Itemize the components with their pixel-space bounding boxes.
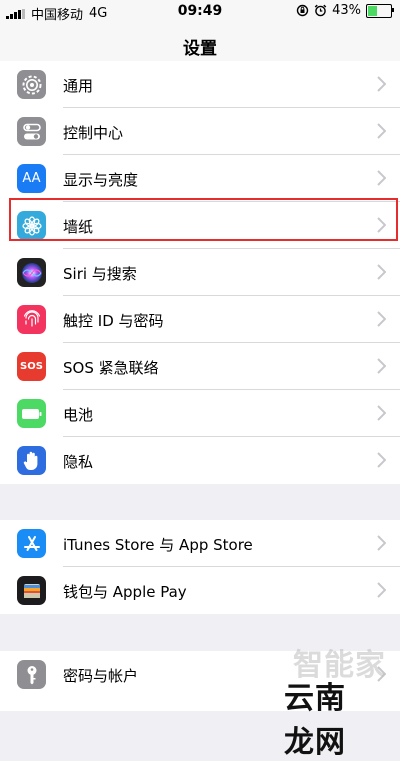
settings-group-1: 通用 控制中心 AA 显示与亮度 墙纸 Siri 与搜索 触控 ID 与密码 S… <box>0 61 400 484</box>
chevron-right-icon <box>377 535 386 551</box>
settings-row-label: 隐私 <box>63 453 94 471</box>
chevron-right-icon <box>377 123 386 139</box>
key-icon <box>17 660 46 689</box>
chevron-right-icon <box>377 170 386 186</box>
sos-icon-text: SOS <box>20 361 43 372</box>
app-store-icon <box>17 529 46 558</box>
battery-icon <box>366 3 394 18</box>
settings-row-emergency-sos[interactable]: SOS SOS 紧急联络 <box>0 343 400 390</box>
battery-icon <box>17 399 46 428</box>
settings-row-display-brightness[interactable]: AA 显示与亮度 <box>0 155 400 202</box>
page-title: 设置 <box>183 39 217 59</box>
settings-row-label: Siri 与搜索 <box>63 265 137 283</box>
settings-row-label: 钱包与 Apple Pay <box>63 583 187 601</box>
status-right: 43% <box>296 3 394 18</box>
settings-row-itunes-app-store[interactable]: iTunes Store 与 App Store <box>0 520 400 567</box>
settings-group-2: iTunes Store 与 App Store 钱包与 Apple Pay <box>0 520 400 614</box>
watermark: 智能家 云南龙网 <box>284 640 394 760</box>
chevron-right-icon <box>377 452 386 468</box>
chevron-right-icon <box>377 264 386 280</box>
fingerprint-icon <box>17 305 46 334</box>
settings-row-label: 电池 <box>63 406 94 424</box>
gear-icon <box>17 70 46 99</box>
settings-row-label: 控制中心 <box>63 124 124 142</box>
siri-icon <box>17 258 46 287</box>
wallet-icon <box>17 576 46 605</box>
settings-row-label: iTunes Store 与 App Store <box>63 536 253 554</box>
chevron-right-icon <box>377 311 386 327</box>
settings-row-label: 触控 ID 与密码 <box>63 312 164 330</box>
settings-row-label: SOS 紧急联络 <box>63 359 159 377</box>
chevron-right-icon <box>377 76 386 92</box>
battery-percent: 43% <box>332 3 361 18</box>
settings-row-label: 显示与亮度 <box>63 171 139 189</box>
settings-row-wallet-apple-pay[interactable]: 钱包与 Apple Pay <box>0 567 400 614</box>
orientation-lock-icon <box>296 4 309 17</box>
settings-row-label: 通用 <box>63 77 94 95</box>
settings-row-privacy[interactable]: 隐私 <box>0 437 400 484</box>
chevron-right-icon <box>377 405 386 421</box>
settings-row-label: 密码与帐户 <box>63 667 139 685</box>
settings-row-battery[interactable]: 电池 <box>0 390 400 437</box>
status-bar: 中国移动 4G 09:49 43% <box>0 0 400 24</box>
settings-row-control-center[interactable]: 控制中心 <box>0 108 400 155</box>
aa-icon-text: AA <box>22 171 41 186</box>
settings-row-general[interactable]: 通用 <box>0 61 400 108</box>
alarm-icon <box>314 4 327 17</box>
chevron-right-icon <box>377 358 386 374</box>
chevron-right-icon <box>377 582 386 598</box>
sos-icon: SOS <box>17 352 46 381</box>
settings-row-siri-search[interactable]: Siri 与搜索 <box>0 249 400 296</box>
watermark-bottom-text: 云南龙网 <box>284 681 346 760</box>
toggle-icon <box>17 117 46 146</box>
aa-icon: AA <box>17 164 46 193</box>
highlight-box <box>9 198 398 241</box>
hand-icon <box>17 446 46 475</box>
battery-fill <box>368 5 378 16</box>
settings-row-touch-id-passcode[interactable]: 触控 ID 与密码 <box>0 296 400 343</box>
